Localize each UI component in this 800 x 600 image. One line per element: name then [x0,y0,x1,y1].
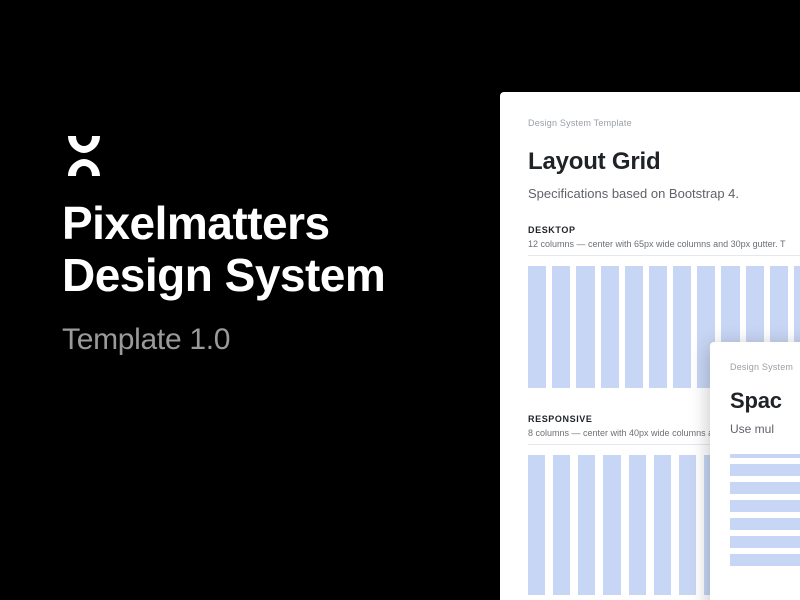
hero-block: Pixelmatters Design System Template 1.0 [62,134,385,357]
hero-subtitle: Template 1.0 [62,323,385,357]
grid-column [576,266,594,388]
grid-column [625,266,643,388]
spacing-bars [730,454,800,566]
spacing-bar [730,554,800,566]
spacing-bar [730,500,800,512]
hero-title-line2: Design System [62,250,385,302]
card-eyebrow: Design System Template [528,118,800,128]
section-desc-desktop: 12 columns — center with 65px wide colum… [528,239,800,256]
grid-column [601,266,619,388]
card-subtitle: Specifications based on Bootstrap 4. [528,186,800,201]
grid-column [654,455,671,595]
spacing-bar [730,464,800,476]
grid-column [603,455,620,595]
brand-logo-icon [62,134,385,178]
spacing-bar [730,482,800,494]
grid-column [528,455,545,595]
grid-column [552,266,570,388]
hero-title: Pixelmatters Design System [62,198,385,301]
hero-title-line1: Pixelmatters [62,198,385,250]
section-label-desktop: DESKTOP [528,225,800,235]
card-subtitle: Use mul [730,422,800,436]
spacing-bar [730,454,800,458]
grid-column [673,266,691,388]
spacing-card: Design System Spac Use mul [710,342,800,600]
spacing-bar [730,536,800,548]
grid-column [629,455,646,595]
grid-column [679,455,696,595]
spacing-bar [730,518,800,530]
card-title: Spac [730,388,800,414]
grid-column [578,455,595,595]
responsive-columns [528,455,721,595]
grid-column [649,266,667,388]
grid-column [528,266,546,388]
card-title: Layout Grid [528,148,800,176]
grid-column [553,455,570,595]
card-eyebrow: Design System [730,362,800,372]
